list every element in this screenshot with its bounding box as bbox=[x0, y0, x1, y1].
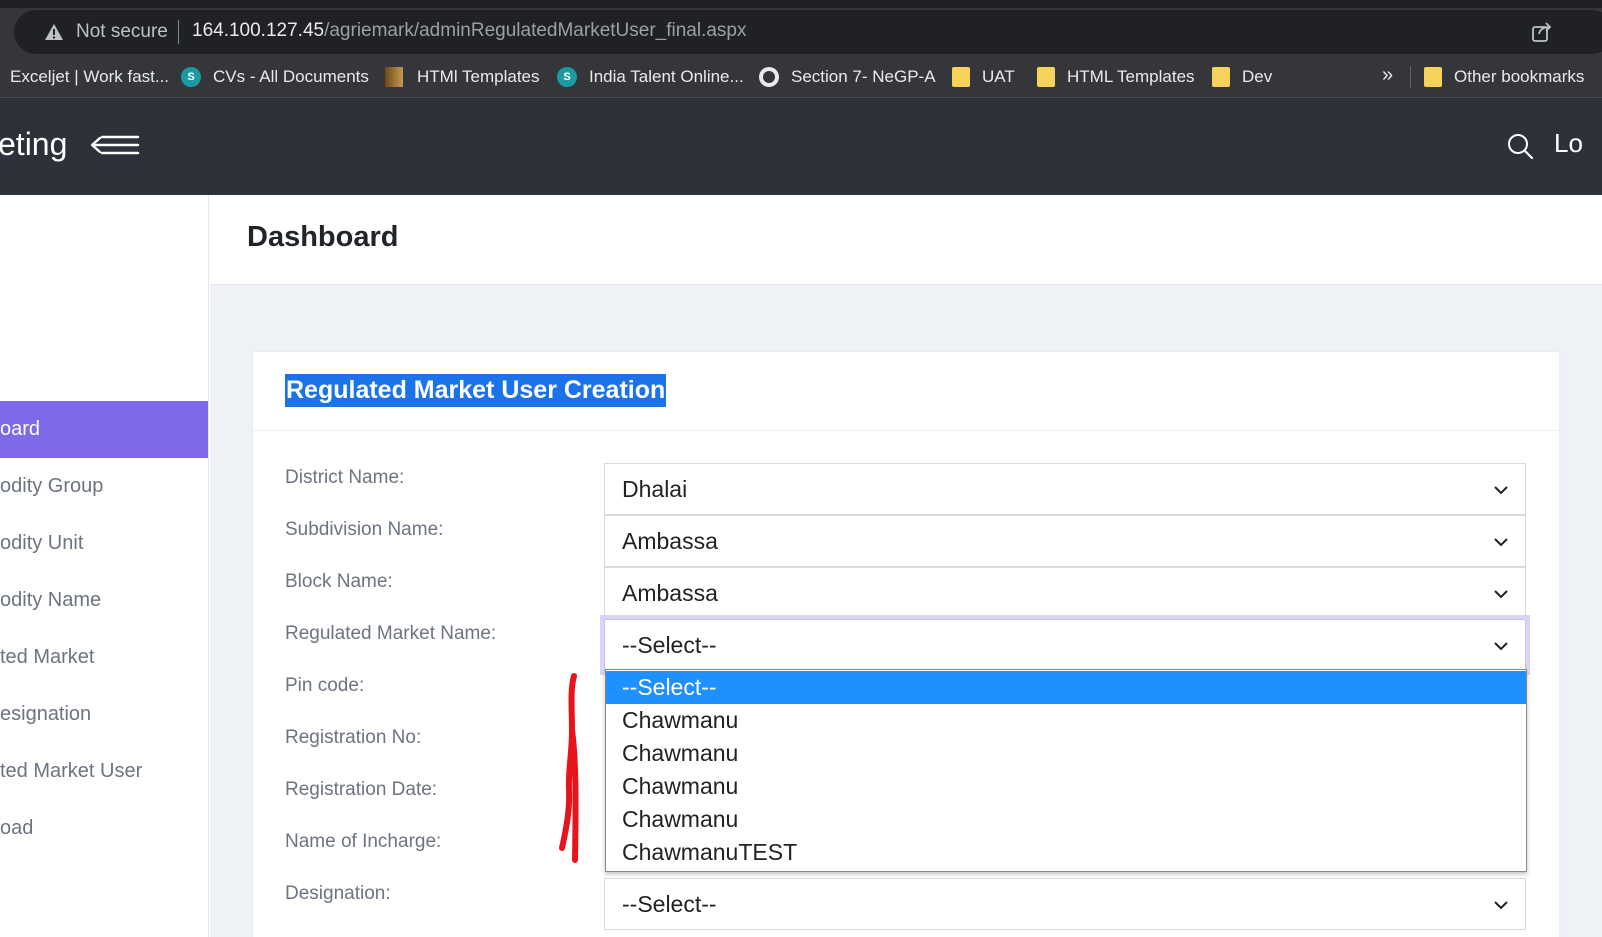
bookmark-other[interactable]: Other bookmarks bbox=[1424, 64, 1584, 90]
bookmark-label: Other bookmarks bbox=[1454, 67, 1585, 86]
bookmark-label: UAT bbox=[982, 67, 1015, 86]
chevron-down-icon bbox=[1494, 901, 1508, 910]
registration-date-label: Registration Date: bbox=[285, 779, 438, 800]
district-value: Dhalai bbox=[622, 476, 688, 502]
sidebar-item-commodity-name[interactable]: odity Name bbox=[0, 572, 208, 629]
sharepoint-icon: S bbox=[181, 67, 201, 87]
market-options-list[interactable]: --Select-- Chawmanu Chawmanu Chawmanu Ch… bbox=[605, 669, 1527, 872]
url-text[interactable]: 164.100.127.45/agriemark/adminRegulatedM… bbox=[192, 20, 747, 42]
sidebar-item-dashboard[interactable]: oard bbox=[0, 401, 208, 458]
browser-tabstrip-edge bbox=[0, 0, 1602, 8]
market-option[interactable]: --Select-- bbox=[606, 671, 1526, 704]
chevron-down-icon bbox=[1494, 590, 1508, 599]
sidebar-item-upload[interactable]: oad bbox=[0, 800, 208, 857]
bookmark-label: HTMl Templates bbox=[417, 67, 540, 86]
market-select[interactable]: --Select-- bbox=[604, 619, 1526, 671]
incharge-label: Name of Incharge: bbox=[285, 831, 442, 852]
bookmarks-bar: Exceljet | Work fast... S CVs - All Docum… bbox=[0, 56, 1602, 98]
book-icon bbox=[385, 67, 403, 87]
market-value: --Select-- bbox=[622, 632, 717, 658]
bookmark-exceljet[interactable]: Exceljet | Work fast... bbox=[10, 64, 169, 90]
sidebar: oard odity Group odity Unit odity Name t… bbox=[0, 195, 209, 937]
folder-icon bbox=[1212, 67, 1230, 87]
security-label[interactable]: Not secure bbox=[76, 21, 168, 43]
brand-title: eting bbox=[0, 126, 68, 162]
page-header: Dashboard bbox=[210, 195, 1602, 285]
designation-select[interactable]: --Select-- bbox=[604, 878, 1526, 930]
subdivision-select[interactable]: Ambassa bbox=[604, 515, 1526, 567]
sidebar-item-regulated-market-user[interactable]: ted Market User bbox=[0, 743, 208, 800]
url-host: 164.100.127.45 bbox=[192, 20, 325, 41]
folder-icon bbox=[1037, 67, 1055, 87]
warning-icon[interactable] bbox=[44, 22, 64, 42]
bookmark-uat[interactable]: UAT bbox=[952, 64, 1015, 90]
globe-icon bbox=[759, 67, 779, 87]
market-option[interactable]: Chawmanu bbox=[606, 704, 1526, 737]
sidebar-item-regulated-market[interactable]: ted Market bbox=[0, 629, 208, 686]
search-icon[interactable] bbox=[1506, 132, 1534, 160]
block-value: Ambassa bbox=[622, 580, 718, 606]
more-bookmarks-chevron-icon[interactable]: » bbox=[1382, 64, 1393, 87]
sidebar-item-label: odity Group bbox=[0, 475, 104, 497]
sidebar-item-label: ted Market User bbox=[0, 760, 143, 782]
sidebar-item-label: odity Unit bbox=[0, 532, 84, 554]
sidebar-item-label: oad bbox=[0, 817, 34, 839]
browser-toolbar: Not secure 164.100.127.45/agriemark/admi… bbox=[0, 8, 1602, 56]
chevron-down-icon bbox=[1494, 538, 1508, 547]
pincode-label: Pin code: bbox=[285, 675, 365, 696]
district-select[interactable]: Dhalai bbox=[604, 463, 1526, 515]
page-title: Dashboard bbox=[247, 221, 399, 253]
registration-no-label: Registration No: bbox=[285, 727, 422, 748]
designation-label: Designation: bbox=[285, 883, 391, 904]
sidebar-item-label: ted Market bbox=[0, 646, 95, 668]
chevron-down-icon bbox=[1494, 642, 1508, 651]
bookmarks-divider bbox=[1410, 66, 1411, 88]
market-option[interactable]: Chawmanu bbox=[606, 803, 1526, 836]
bookmark-label: Dev bbox=[1242, 67, 1273, 86]
folder-icon bbox=[952, 67, 970, 87]
market-option[interactable]: ChawmanuTEST bbox=[606, 836, 1526, 869]
subdivision-label: Subdivision Name: bbox=[285, 519, 444, 540]
omnibox-divider bbox=[178, 20, 179, 44]
bookmark-label: Section 7- NeGP-A bbox=[791, 67, 936, 86]
red-annotation-mark bbox=[559, 673, 579, 863]
header-right-text[interactable]: Lo bbox=[1554, 128, 1583, 159]
card-header: Regulated Market User Creation bbox=[253, 352, 1559, 431]
bookmark-cvs[interactable]: S CVs - All Documents bbox=[181, 64, 369, 90]
sidebar-item-designation[interactable]: esignation bbox=[0, 686, 208, 743]
sidebar-item-commodity-unit[interactable]: odity Unit bbox=[0, 515, 208, 572]
sidebar-item-label: odity Name bbox=[0, 589, 102, 611]
bookmark-dev[interactable]: Dev bbox=[1212, 64, 1272, 90]
share-icon[interactable] bbox=[1530, 20, 1554, 44]
bookmark-label: India Talent Online... bbox=[589, 67, 744, 86]
bookmark-section7[interactable]: Section 7- NeGP-A bbox=[759, 64, 936, 90]
bookmark-india-talent[interactable]: S India Talent Online... bbox=[557, 64, 744, 90]
sidebar-item-label: esignation bbox=[0, 703, 92, 725]
bookmark-html-templates-2[interactable]: HTML Templates bbox=[1037, 64, 1195, 90]
folder-icon bbox=[1424, 67, 1442, 87]
district-label: District Name: bbox=[285, 467, 405, 488]
designation-value: --Select-- bbox=[622, 891, 717, 917]
bookmark-html-templates-1[interactable]: HTMl Templates bbox=[385, 64, 540, 90]
market-option[interactable]: Chawmanu bbox=[606, 770, 1526, 803]
subdivision-value: Ambassa bbox=[622, 528, 718, 554]
bookmark-label: CVs - All Documents bbox=[213, 67, 369, 86]
sidebar-item-commodity-group[interactable]: odity Group bbox=[0, 458, 208, 515]
sharepoint-icon: S bbox=[557, 67, 577, 87]
market-option[interactable]: Chawmanu bbox=[606, 737, 1526, 770]
market-label: Regulated Market Name: bbox=[285, 623, 497, 644]
app-header: eting Lo bbox=[0, 98, 1602, 195]
bookmark-label: HTML Templates bbox=[1067, 67, 1195, 86]
address-bar[interactable]: Not secure 164.100.127.45/agriemark/admi… bbox=[14, 10, 1602, 54]
block-label: Block Name: bbox=[285, 571, 393, 592]
chevron-down-icon bbox=[1494, 486, 1508, 495]
sidebar-item-label: oard bbox=[0, 418, 41, 440]
block-select[interactable]: Ambassa bbox=[604, 567, 1526, 619]
form-title: Regulated Market User Creation bbox=[285, 374, 667, 407]
url-path: /agriemark/adminRegulatedMarketUser_fina… bbox=[324, 20, 747, 41]
bookmark-label: Exceljet | Work fast... bbox=[10, 67, 170, 86]
menu-toggle-icon[interactable] bbox=[90, 134, 140, 156]
